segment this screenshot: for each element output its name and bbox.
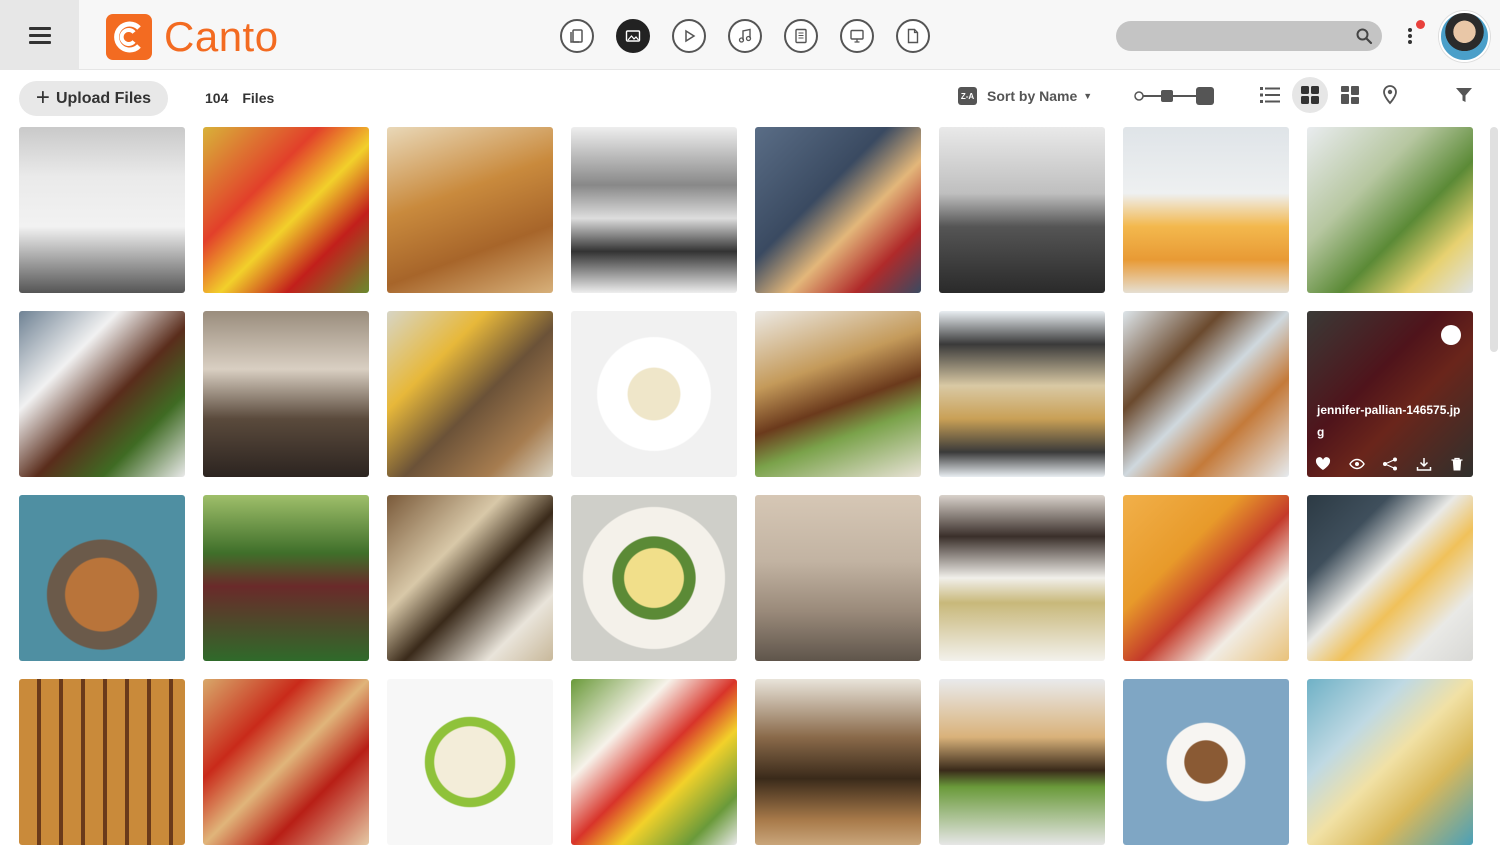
cookies-bowl-photo[interactable]: [19, 495, 185, 661]
quiche-photo[interactable]: [571, 495, 737, 661]
crackers-photo[interactable]: [19, 679, 185, 845]
map-pin-icon[interactable]: [1379, 84, 1401, 106]
search-input[interactable]: [1116, 21, 1382, 51]
cereal-bowl-photo[interactable]: [387, 679, 553, 845]
search-icon[interactable]: [1355, 27, 1373, 45]
canto-logo[interactable]: Canto: [106, 13, 279, 60]
scrollbar[interactable]: [1490, 127, 1498, 352]
fries-cone-photo[interactable]: [1307, 679, 1473, 845]
top-bar: Canto: [0, 0, 1500, 70]
file-type-filters: [560, 19, 930, 53]
grid-view-icon[interactable]: [1292, 77, 1328, 113]
chevron-down-icon: ▼: [1083, 91, 1093, 101]
wok-photo[interactable]: [939, 127, 1105, 293]
knife-bw-photo[interactable]: [571, 127, 737, 293]
presentation-icon: [850, 29, 864, 43]
cake-tray-photo[interactable]: [939, 311, 1105, 477]
documents-filter[interactable]: [784, 19, 818, 53]
chefs-photo[interactable]: [19, 127, 185, 293]
pancakes-photo[interactable]: [755, 127, 921, 293]
tomatoes-photo[interactable]: [203, 679, 369, 845]
cookies-plates-photo[interactable]: [1123, 311, 1289, 477]
tile-actions: [1315, 457, 1465, 471]
salad-bowl-photo[interactable]: [571, 679, 737, 845]
latte-photo[interactable]: [1123, 679, 1289, 845]
sort-za-icon: Z-A: [958, 87, 977, 105]
sandwich-photo[interactable]: [755, 311, 921, 477]
images-filter[interactable]: [616, 19, 650, 53]
sort-dropdown[interactable]: Z-A Sort by Name ▼: [958, 87, 1092, 105]
hamburger-menu-button[interactable]: [0, 0, 79, 70]
eye-icon[interactable]: [1348, 457, 1365, 471]
risotto-photo[interactable]: [571, 311, 737, 477]
all-files-filter[interactable]: [560, 19, 594, 53]
pastries-photo[interactable]: [387, 127, 553, 293]
list-view-icon[interactable]: [1259, 84, 1281, 106]
more-options-icon[interactable]: [1403, 24, 1417, 48]
audio-filter[interactable]: [728, 19, 762, 53]
lemonade-photo[interactable]: [1123, 127, 1289, 293]
filter-icon[interactable]: [1453, 84, 1475, 106]
grill-photo[interactable]: [755, 679, 921, 845]
sort-label: Sort by Name: [987, 88, 1078, 104]
berry-tart-photo[interactable]: jennifer-pallian-146575.jpg: [1307, 311, 1473, 477]
other-filter[interactable]: [896, 19, 930, 53]
burgers-photo[interactable]: [939, 679, 1105, 845]
pizzeria-photo[interactable]: [1307, 495, 1473, 661]
masonry-view-icon[interactable]: [1339, 84, 1361, 106]
download-icon[interactable]: [1416, 457, 1432, 471]
video-filter[interactable]: [672, 19, 706, 53]
upload-files-label: Upload Files: [55, 89, 152, 107]
play-icon: [685, 29, 696, 43]
music-note-icon: [738, 28, 752, 43]
thumbnail-size-slider[interactable]: [1133, 86, 1215, 106]
upload-files-button[interactable]: + Upload Files: [19, 81, 168, 116]
salad-photo[interactable]: [1307, 127, 1473, 293]
canto-logo-mark-icon: [106, 14, 152, 60]
share-icon[interactable]: [1382, 457, 1398, 471]
steak-photo[interactable]: [19, 311, 185, 477]
heart-icon[interactable]: [1315, 457, 1331, 471]
document-stack-icon: [570, 29, 583, 43]
select-checkbox[interactable]: [1441, 325, 1461, 345]
ice-cream-photo[interactable]: [755, 495, 921, 661]
notification-dot: [1416, 20, 1425, 29]
kitchen-photo[interactable]: [203, 311, 369, 477]
file-count-label: Files: [242, 90, 275, 106]
user-avatar[interactable]: [1439, 11, 1490, 62]
file-count-number: 104: [205, 90, 229, 106]
presentations-filter[interactable]: [840, 19, 874, 53]
spices-jars-photo[interactable]: [387, 495, 553, 661]
bread-photo[interactable]: [387, 311, 553, 477]
herbs-pot-photo[interactable]: [203, 495, 369, 661]
plus-icon: +: [35, 83, 50, 111]
soup-photo[interactable]: [939, 495, 1105, 661]
hamburger-icon: [28, 27, 51, 44]
file-icon: [907, 28, 919, 44]
app-name: Canto: [164, 13, 279, 60]
file-name: jennifer-pallian-146575.jpg: [1317, 403, 1461, 439]
document-text-icon: [795, 28, 807, 44]
image-icon: [625, 30, 641, 42]
file-count: 104 Files: [205, 90, 274, 106]
trash-icon[interactable]: [1449, 457, 1465, 471]
peppers-photo[interactable]: [203, 127, 369, 293]
juice-photo[interactable]: [1123, 495, 1289, 661]
